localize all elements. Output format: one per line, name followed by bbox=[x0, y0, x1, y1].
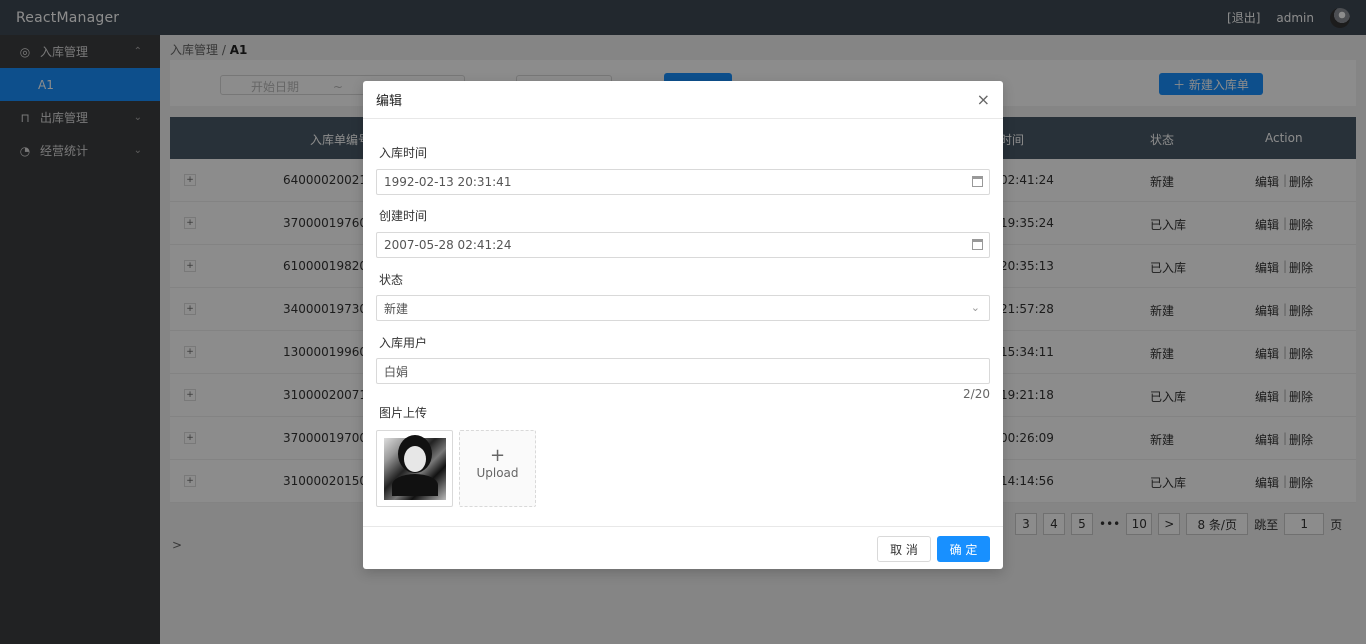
status-label: 状态 bbox=[379, 273, 404, 287]
uploaded-photo-card[interactable] bbox=[376, 430, 453, 507]
user-input[interactable]: 白娟 bbox=[376, 358, 990, 384]
upload-label: 图片上传 bbox=[379, 406, 428, 420]
user-value: 白娟 bbox=[384, 364, 409, 379]
edit-modal: 编辑 × 入库时间 1992-02-13 20:31:41 创建时间 2007-… bbox=[363, 81, 1003, 569]
cancel-button[interactable]: 取 消 bbox=[877, 536, 931, 562]
created-time-value: 2007-05-28 02:41:24 bbox=[384, 238, 512, 252]
modal-title: 编辑 bbox=[376, 94, 403, 109]
status-select[interactable]: 新建 ⌄ bbox=[376, 295, 990, 321]
upload-button[interactable]: + Upload bbox=[459, 430, 536, 507]
modal-header: 编辑 × bbox=[363, 81, 1003, 119]
plus-icon: + bbox=[489, 445, 506, 466]
modal-footer: 取 消 确 定 bbox=[363, 526, 1003, 569]
uploaded-photo bbox=[384, 438, 446, 500]
confirm-button[interactable]: 确 定 bbox=[937, 536, 990, 562]
created-time-label: 创建时间 bbox=[379, 209, 428, 223]
chevron-down-icon: ⌄ bbox=[970, 301, 980, 314]
stock-time-value: 1992-02-13 20:31:41 bbox=[384, 175, 512, 189]
calendar-icon[interactable] bbox=[972, 239, 983, 250]
calendar-icon[interactable] bbox=[972, 176, 983, 187]
user-character-counter: 2/20 bbox=[963, 387, 990, 401]
close-icon[interactable]: × bbox=[977, 90, 990, 109]
created-time-field[interactable]: 2007-05-28 02:41:24 bbox=[376, 232, 990, 258]
stock-time-field[interactable]: 1992-02-13 20:31:41 bbox=[376, 169, 990, 195]
user-label: 入库用户 bbox=[379, 336, 428, 350]
stock-time-label: 入库时间 bbox=[379, 146, 428, 160]
status-value: 新建 bbox=[384, 301, 409, 316]
upload-text: Upload bbox=[476, 466, 519, 480]
